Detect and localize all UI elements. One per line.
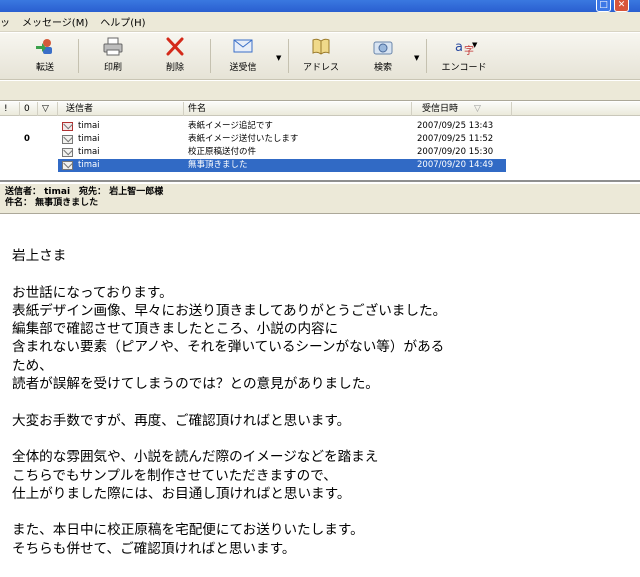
body-line: 岩上さま (12, 248, 67, 264)
window-title-bar: □ ✕ (0, 0, 640, 12)
table-row[interactable]: 0 timai 表紙イメージ送付いたします 2007/09/25 11:52 (0, 133, 640, 146)
toolbar-separator (288, 39, 289, 73)
printer-icon (103, 37, 123, 56)
message-body[interactable]: 岩上さま お世話になっております。 表紙デザイン画像、早々にお送り頂きましてあり… (0, 215, 640, 577)
reply-all-button[interactable]: 信 (0, 36, 20, 76)
body-line: 全体的な雰囲気や、小説を読んだ際のイメージなどを踏まえ (12, 449, 379, 466)
reply-icon (0, 37, 4, 57)
menu-item-help[interactable]: ヘルプ(H) (94, 14, 151, 29)
send-receive-icon (233, 39, 253, 53)
message-list-header: ! 0 ▽ 送信者 件名 受信日時 ▽ (0, 102, 640, 116)
preview-subject-line: 件名： 無事頂きました (5, 198, 99, 208)
body-line (12, 393, 640, 411)
body-line: お世話になっております。 (12, 284, 173, 301)
menu-item-tools[interactable]: ッ (0, 14, 16, 29)
sort-descending-icon: ▽ (474, 104, 481, 114)
body-line: ため、 (12, 357, 53, 374)
search-dropdown-arrow[interactable]: ▼ (414, 54, 419, 62)
address-book-button[interactable]: アドレス (294, 36, 348, 76)
envelope-read-icon (62, 135, 73, 144)
table-row[interactable]: timai 表紙イメージ追記です 2007/09/25 13:43 (0, 120, 640, 133)
table-row-selected[interactable]: timai 無事頂きました 2007/09/20 14:49 (0, 159, 640, 172)
body-line: 編集部で確認させて頂きましたところ、小説の内容に (12, 321, 339, 338)
send-receive-dropdown-arrow[interactable]: ▼ (276, 54, 281, 62)
delete-button[interactable]: 削除 (148, 36, 202, 76)
toolbar: 信 転送 印刷 削除 送受信 ▼ アドレス (0, 33, 640, 80)
column-flag[interactable]: ▽ (38, 102, 58, 116)
address-book-icon (312, 38, 330, 55)
encoding-dropdown-arrow[interactable]: ▼ (472, 41, 477, 49)
envelope-read-icon (62, 122, 73, 131)
message-list: ! 0 ▽ 送信者 件名 受信日時 ▽ timai 表紙イメージ追記です 2007… (0, 102, 640, 182)
column-sender[interactable]: 送信者 (58, 102, 184, 116)
menu-item-message[interactable]: メッセージ(M) (16, 14, 94, 29)
column-attachment[interactable]: 0 (20, 102, 38, 116)
search-button[interactable]: 検索 (356, 36, 410, 76)
toolbar-separator (210, 39, 211, 73)
svg-text:a: a (455, 40, 463, 55)
table-row[interactable]: timai 校正原稿送付の件 2007/09/20 15:30 (0, 146, 640, 159)
column-received-date[interactable]: 受信日時 ▽ (412, 102, 512, 116)
body-line (12, 503, 640, 521)
body-line: 読者が誤解を受けてしまうのでは？との意見がありました。 (12, 376, 379, 393)
menu-bar: ッ メッセージ(M) ヘルプ(H) (0, 12, 640, 32)
delete-icon (166, 37, 184, 56)
body-line: 仕上がりました際には、お目通し頂ければと思います。 (12, 485, 351, 502)
send-receive-button[interactable]: 送受信 (216, 36, 270, 76)
encoding-button[interactable]: a 字 エンコード (434, 36, 494, 76)
maximize-icon[interactable]: □ (596, 0, 611, 12)
toolbar-separator (426, 39, 427, 73)
toolbar-gap (0, 81, 640, 101)
body-line: また、本日中に校正原稿を宅配便にてお送りいたします。 (12, 522, 364, 539)
toolbar-separator (78, 39, 79, 73)
body-line: 含まれない要素（ピアノや、それを弾いているシーンがない等）がある (12, 339, 445, 356)
search-icon (373, 41, 393, 55)
print-button[interactable]: 印刷 (86, 36, 140, 76)
forward-icon (36, 39, 52, 54)
body-line: そちらも併せて、ご確認頂ければと思います。 (12, 540, 296, 557)
forward-button[interactable]: 転送 (18, 36, 72, 76)
attachment-clip-icon: 0 (24, 134, 30, 144)
preview-header: 送信者： timai 宛先： 岩上智一郎様 件名： 無事頂きました (0, 184, 640, 214)
body-line (12, 430, 640, 448)
preview-from-line: 送信者： timai 宛先： 岩上智一郎様 (5, 187, 164, 197)
body-line (12, 265, 640, 283)
body-line: こちらでもサンプルを制作させていただきますので、 (12, 467, 337, 484)
column-priority[interactable]: ! (0, 102, 20, 116)
body-line: 大変お手数ですが、再度、ご確認頂ければと思います。 (12, 412, 351, 429)
body-line: 表紙デザイン画像、早々にお送り頂きましてありがとうございました。 (12, 302, 447, 319)
column-subject[interactable]: 件名 (184, 102, 412, 116)
close-icon[interactable]: ✕ (614, 0, 629, 12)
envelope-read-icon (62, 161, 73, 170)
envelope-read-icon (62, 148, 73, 157)
